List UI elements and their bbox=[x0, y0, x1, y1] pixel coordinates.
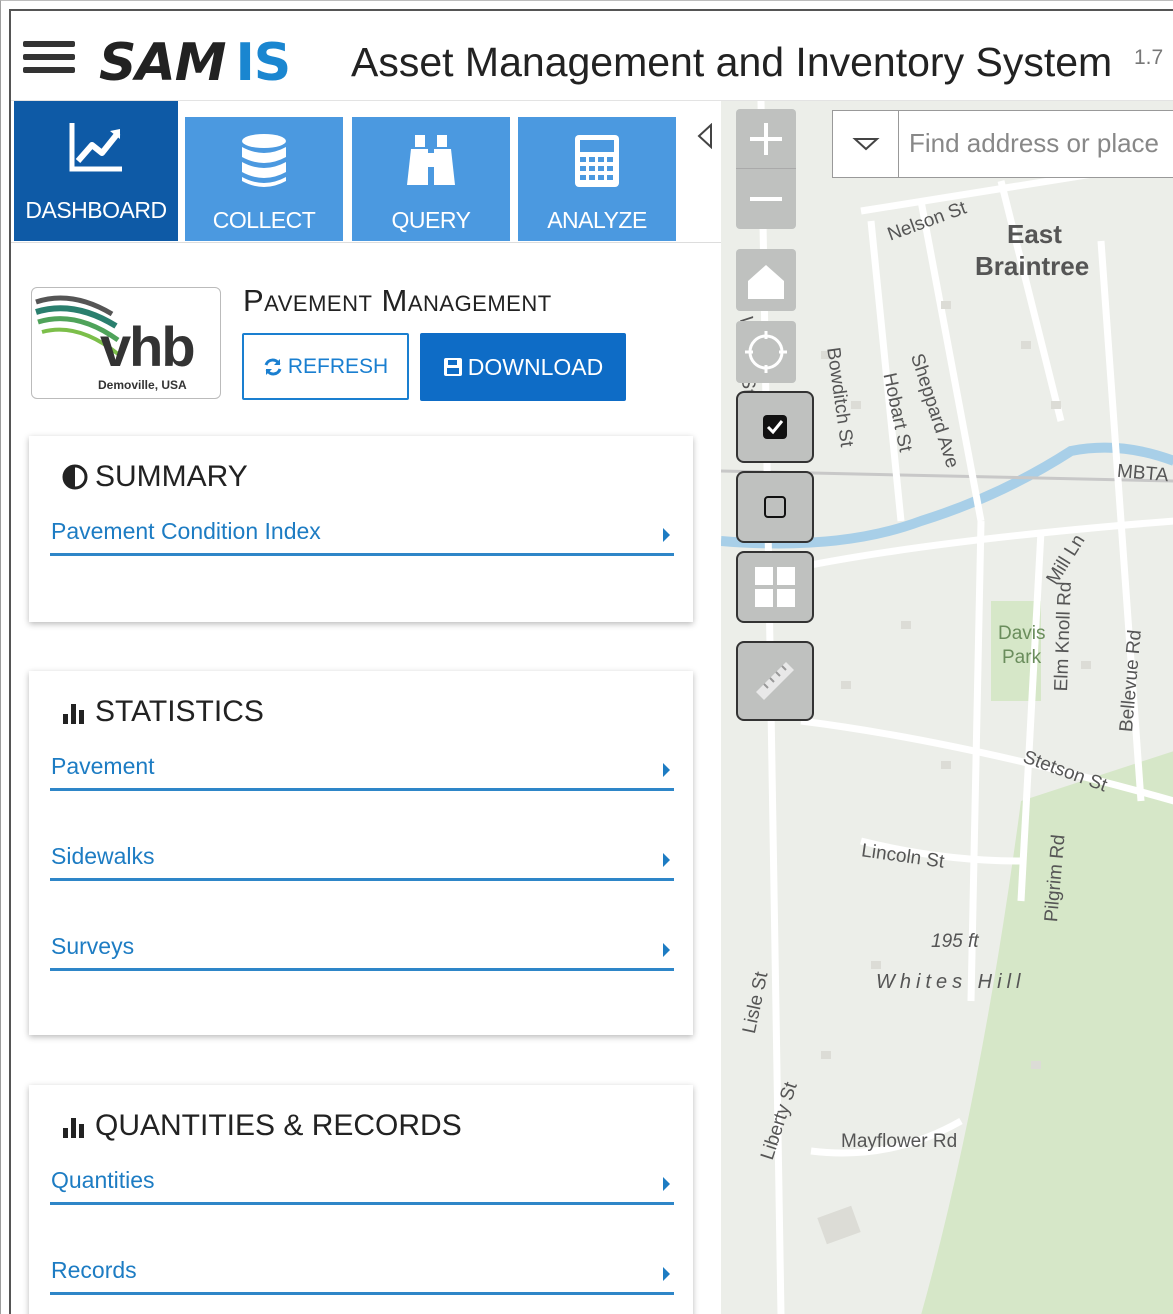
vhb-logo-caption: Demoville, USA bbox=[98, 378, 187, 392]
module-title: Pavement Management bbox=[243, 283, 552, 318]
checkbox-empty-icon bbox=[764, 496, 786, 518]
select-checked-tool[interactable] bbox=[736, 391, 814, 463]
vhb-logo-text: vhb bbox=[100, 315, 196, 378]
client-logo: vhb Demoville, USA bbox=[31, 287, 221, 399]
tab-analyze[interactable]: ANALYZE bbox=[518, 117, 676, 241]
row-label: Quantities bbox=[51, 1167, 155, 1193]
locate-button[interactable] bbox=[736, 321, 796, 383]
bar-chart-icon bbox=[63, 704, 84, 724]
summary-card: SUMMARY Pavement Condition Index bbox=[29, 436, 693, 622]
refresh-button[interactable]: REFRESH bbox=[242, 333, 409, 400]
summary-item-pci[interactable]: Pavement Condition Index bbox=[50, 516, 674, 556]
select-unchecked-tool[interactable] bbox=[736, 471, 814, 543]
map-label-davis: Davis bbox=[998, 623, 1046, 644]
app-header: SAM IS Asset Management and Inventory Sys… bbox=[11, 11, 1173, 101]
summary-title-text: SUMMARY bbox=[95, 460, 248, 493]
map-view[interactable]: Nelson St East Braintree Sheppard Ave Ho… bbox=[721, 101, 1173, 1314]
refresh-icon bbox=[264, 358, 282, 375]
row-label: Sidewalks bbox=[51, 843, 155, 869]
home-icon bbox=[748, 265, 784, 299]
app-logo: SAM IS bbox=[99, 33, 291, 93]
map-label-braintree: Braintree bbox=[975, 251, 1090, 281]
zoom-in-button[interactable] bbox=[736, 109, 796, 169]
app-title: Asset Management and Inventory System bbox=[351, 39, 1113, 85]
row-label: Pavement bbox=[51, 753, 155, 779]
collapse-panel-icon[interactable] bbox=[695, 123, 715, 149]
plus-icon bbox=[750, 123, 782, 155]
quantities-item-records[interactable]: Records bbox=[50, 1255, 674, 1295]
caret-right-icon bbox=[663, 1177, 670, 1191]
checkbox-checked-icon bbox=[763, 415, 787, 439]
tab-label: COLLECT bbox=[212, 207, 316, 233]
app-window: SAM IS Asset Management and Inventory Sys… bbox=[0, 0, 1173, 1314]
tab-query[interactable]: QUERY bbox=[352, 117, 510, 241]
zoom-control bbox=[736, 109, 796, 229]
map-label-east: East bbox=[1007, 219, 1062, 249]
calculator-icon bbox=[575, 135, 619, 187]
caret-right-icon bbox=[663, 943, 670, 957]
logo-sam: SAM bbox=[99, 33, 226, 93]
statistics-item-pavement[interactable]: Pavement bbox=[50, 751, 674, 791]
tab-label: DASHBOARD bbox=[25, 197, 167, 223]
quantities-card: QUANTITIES & RECORDS Quantities Records bbox=[29, 1085, 693, 1314]
map-label-elevation: 195 ft bbox=[931, 931, 979, 952]
app-version: 1.7 bbox=[1134, 46, 1164, 69]
half-circle-icon bbox=[62, 464, 88, 490]
tab-dashboard[interactable]: DASHBOARD bbox=[14, 101, 178, 241]
tab-label: QUERY bbox=[391, 207, 471, 233]
refresh-label: REFRESH bbox=[287, 354, 389, 378]
home-button[interactable] bbox=[736, 249, 796, 311]
save-icon bbox=[443, 358, 462, 376]
caret-right-icon bbox=[663, 763, 670, 777]
row-label: Surveys bbox=[51, 933, 135, 959]
basemap-gallery-tool[interactable] bbox=[736, 551, 814, 623]
zoom-out-button[interactable] bbox=[736, 169, 796, 229]
map-label-park: Park bbox=[1002, 647, 1042, 668]
side-panel: DASHBOARD COLLECT QUERY ANALYZE vhb Demo… bbox=[11, 101, 721, 1314]
quantities-item-quantities[interactable]: Quantities bbox=[50, 1165, 674, 1205]
binoculars-icon bbox=[407, 135, 455, 185]
row-label: Records bbox=[51, 1257, 137, 1283]
logo-is: IS bbox=[235, 33, 291, 93]
summary-title: SUMMARY bbox=[61, 460, 248, 494]
chart-line-icon bbox=[69, 123, 122, 172]
measure-tool[interactable] bbox=[736, 641, 814, 721]
search-source-dropdown[interactable] bbox=[833, 111, 899, 177]
minus-icon bbox=[750, 197, 782, 201]
statistics-title-text: STATISTICS bbox=[95, 695, 264, 728]
statistics-item-sidewalks[interactable]: Sidewalks bbox=[50, 841, 674, 881]
statistics-item-surveys[interactable]: Surveys bbox=[50, 931, 674, 971]
map-label-mbta: MBTA bbox=[1116, 460, 1170, 487]
caret-right-icon bbox=[663, 1267, 670, 1281]
grid-icon bbox=[755, 567, 795, 607]
search-input[interactable] bbox=[909, 123, 1173, 163]
database-icon bbox=[242, 134, 286, 187]
ruler-icon bbox=[756, 662, 794, 700]
quantities-title: QUANTITIES & RECORDS bbox=[61, 1109, 462, 1143]
map-label-whites-hill: Whites Hill bbox=[876, 971, 1026, 993]
map-search bbox=[832, 110, 1173, 178]
statistics-card: STATISTICS Pavement Sidewalks Surveys bbox=[29, 671, 693, 1035]
tab-label: ANALYZE bbox=[547, 207, 647, 233]
caret-right-icon bbox=[663, 528, 670, 542]
download-button[interactable]: DOWNLOAD bbox=[420, 333, 626, 401]
chevron-down-icon bbox=[852, 138, 880, 151]
tab-bar: DASHBOARD COLLECT QUERY ANALYZE bbox=[11, 101, 721, 243]
map-label-mayflower-rd: Mayflower Rd bbox=[841, 1131, 958, 1152]
quantities-title-text: QUANTITIES & RECORDS bbox=[95, 1109, 462, 1142]
locate-icon bbox=[745, 331, 787, 373]
menu-icon[interactable] bbox=[23, 41, 75, 79]
row-label: Pavement Condition Index bbox=[51, 518, 321, 544]
tab-collect[interactable]: COLLECT bbox=[185, 117, 343, 241]
caret-right-icon bbox=[663, 853, 670, 867]
bar-chart-icon bbox=[63, 1118, 84, 1138]
map-label-elm-knoll-rd: Elm Knoll Rd bbox=[1051, 581, 1076, 692]
statistics-title: STATISTICS bbox=[61, 695, 264, 729]
download-label: DOWNLOAD bbox=[467, 353, 604, 380]
